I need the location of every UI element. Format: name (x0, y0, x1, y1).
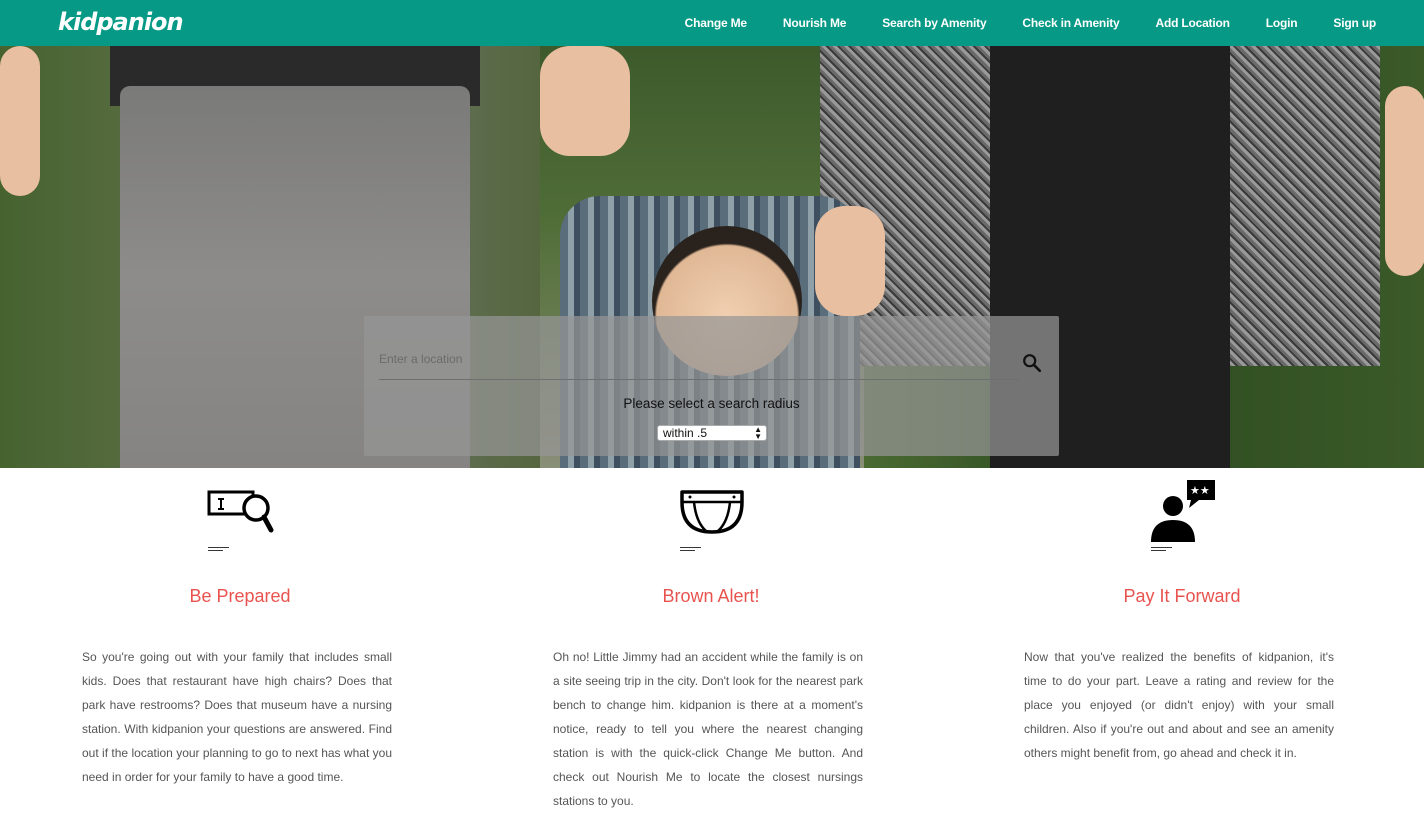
nav-add-location[interactable]: Add Location (1155, 16, 1229, 30)
location-search-input[interactable] (379, 338, 1019, 380)
radius-select[interactable]: within .5 ▲ ▼ (657, 425, 767, 441)
icon-credit-2: ▬▬▬▬▬▬▬ ▬▬▬▬▬ (680, 545, 701, 552)
select-arrows-icon: ▲ ▼ (754, 425, 762, 441)
feature-title-pay-it-forward: Pay It Forward (1123, 586, 1241, 606)
feature-title-brown-alert: Brown Alert! (662, 586, 760, 606)
nav-sign-up[interactable]: Sign up (1333, 16, 1376, 30)
icon-credit-3: ▬▬▬▬▬▬▬ ▬▬▬▬▬ (1151, 545, 1172, 552)
nav-check-in-amenity[interactable]: Check in Amenity (1022, 16, 1119, 30)
diaper-icon (680, 490, 744, 534)
feature-text-be-prepared: So you're going out with your family tha… (82, 650, 392, 784)
radius-select-value: within .5 (663, 426, 708, 440)
icon-credit-1: ▬▬▬▬▬▬▬ ▬▬▬▬▬ (208, 545, 229, 552)
radius-label: Please select a search radius (623, 396, 800, 411)
nav-search-by-amenity[interactable]: Search by Amenity (882, 16, 986, 30)
nav-nourish-me[interactable]: Nourish Me (783, 16, 847, 30)
feature-text-pay-it-forward: Now that you've realized the benefits of… (1024, 650, 1334, 760)
hero-hand-right (815, 206, 885, 316)
nav-links: Change Me Nourish Me Search by Amenity C… (649, 0, 1377, 46)
hero-hand-edge-left (0, 46, 40, 196)
hero-hand-left (540, 46, 630, 156)
top-navbar: kidpanion Change Me Nourish Me Search by… (0, 0, 1424, 46)
nav-change-me[interactable]: Change Me (685, 16, 747, 30)
nav-login[interactable]: Login (1266, 16, 1298, 30)
search-icon[interactable] (1021, 352, 1043, 374)
feature-text-brown-alert: Oh no! Little Jimmy had an accident whil… (553, 650, 863, 808)
kidpanion-logo[interactable]: kidpanion (58, 8, 184, 36)
magnifier-list-icon (207, 490, 274, 533)
hero-hand-edge-right (1385, 86, 1424, 276)
feature-title-be-prepared: Be Prepared (189, 586, 291, 606)
search-panel: Please select a search radius within .5 … (364, 316, 1059, 456)
user-review-icon: ★★ (1151, 480, 1215, 542)
svg-text:★★: ★★ (1190, 484, 1210, 497)
